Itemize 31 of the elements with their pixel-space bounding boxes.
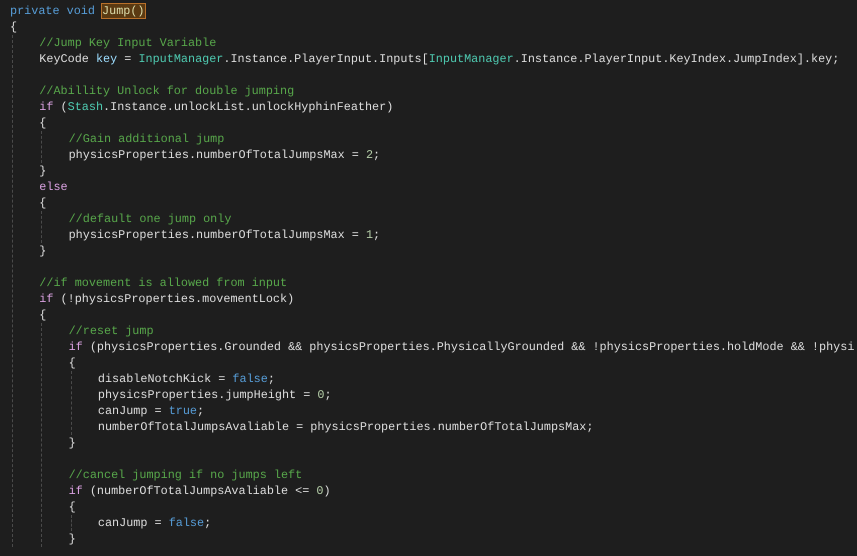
code-line: if (Stash.Instance.unlockList.unlockHyphinFeather) xyxy=(39,99,394,115)
code-line: { xyxy=(68,499,76,515)
code-line: if (numberOfTotalJumpsAvaliable <= 0) xyxy=(68,483,331,499)
code-line: if (!physicsProperties.movementLock) xyxy=(39,291,294,307)
code-line: private void Jump() xyxy=(10,3,145,19)
code-line: numberOfTotalJumpsAvaliable = physicsProperties.numberOfTotalJumpsMax; xyxy=(98,419,594,435)
code-line: //if movement is allowed from input xyxy=(39,275,288,291)
code-line: { xyxy=(39,195,46,211)
code-line: { xyxy=(39,115,46,131)
code-line: physicsProperties.numberOfTotalJumpsMax = 2; xyxy=(68,147,380,163)
code-line: canJump = true; xyxy=(98,403,204,419)
code-line: //reset jump xyxy=(68,323,154,339)
code-line: } xyxy=(68,531,76,547)
code-line: //Abillity Unlock for double jumping xyxy=(39,83,294,99)
code-line: canJump = false; xyxy=(98,515,212,531)
code-line: physicsProperties.jumpHeight = 0; xyxy=(98,387,332,403)
code-line: //Gain additional jump xyxy=(68,131,224,147)
code-line: //cancel jumping if no jumps left xyxy=(68,467,302,483)
code-line: else xyxy=(39,179,68,195)
code-line: physicsProperties.numberOfTotalJumpsMax = 1; xyxy=(68,227,380,243)
code-line: } xyxy=(39,163,46,179)
code-line: } xyxy=(68,435,76,451)
code-line: //default one jump only xyxy=(68,211,232,227)
code-line: //Jump Key Input Variable xyxy=(39,35,216,51)
code-line: { xyxy=(68,355,76,371)
code-line: { xyxy=(39,307,46,323)
code-line: disableNotchKick = false; xyxy=(98,371,275,387)
code-line: if (physicsProperties.Grounded && physicsProperties.PhysicallyGrounded && !physicsProperties.holdMode && !physi xyxy=(68,339,854,355)
code-line: KeyCode key = InputManager.Instance.PlayerInput.Inputs[InputManager.Instance.PlayerInput.KeyIndex.JumpIndex].key; xyxy=(39,51,840,67)
code-line: { xyxy=(10,19,18,35)
code-line: } xyxy=(39,243,46,259)
